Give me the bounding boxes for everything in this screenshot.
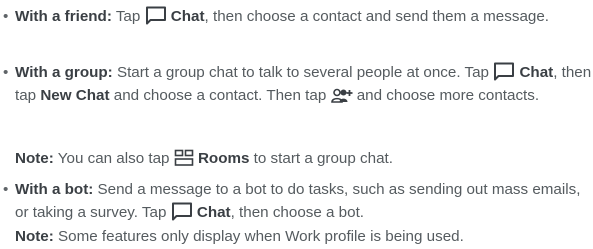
new-chat-label: New Chat [40, 86, 110, 104]
chat-bubble-icon [145, 6, 167, 25]
bullet: • [3, 64, 9, 81]
chat-label: Chat [196, 203, 231, 221]
add-people-icon [330, 88, 353, 104]
list-item-group: • With a group: Start a group chat to ta… [0, 62, 593, 107]
item-lead: With a friend: [15, 8, 112, 25]
item-lead: With a group: [15, 64, 113, 81]
list-item-friend: • With a friend: Tap Chat, then choose a… [0, 6, 593, 29]
list-item-text: With a friend: Tap Chat, then choose a c… [15, 6, 550, 25]
note-work-profile: Note: Some features only display when Wo… [15, 228, 464, 245]
help-document: • With a friend: Tap Chat, then choose a… [0, 0, 593, 249]
note-rooms: Note: You can also tap Rooms to start a … [15, 149, 393, 167]
chat-bubble-icon [493, 62, 515, 81]
chat-label: Chat [519, 64, 554, 81]
rooms-grid-icon [174, 149, 194, 167]
list-item-text: With a bot: Send a message to a bot to d… [15, 181, 581, 221]
chat-label: Chat [170, 8, 205, 25]
item-lead: With a bot: [15, 181, 94, 198]
note-label: Note: [15, 228, 54, 245]
note-label: Note: [15, 150, 54, 167]
bullet: • [3, 181, 9, 198]
rooms-label: Rooms [197, 150, 250, 167]
list-item-text: With a group: Start a group chat to talk… [15, 62, 592, 104]
bullet: • [3, 8, 9, 25]
chat-bubble-icon [171, 202, 193, 221]
list-item-bot: • With a bot: Send a message to a bot to… [0, 179, 593, 224]
